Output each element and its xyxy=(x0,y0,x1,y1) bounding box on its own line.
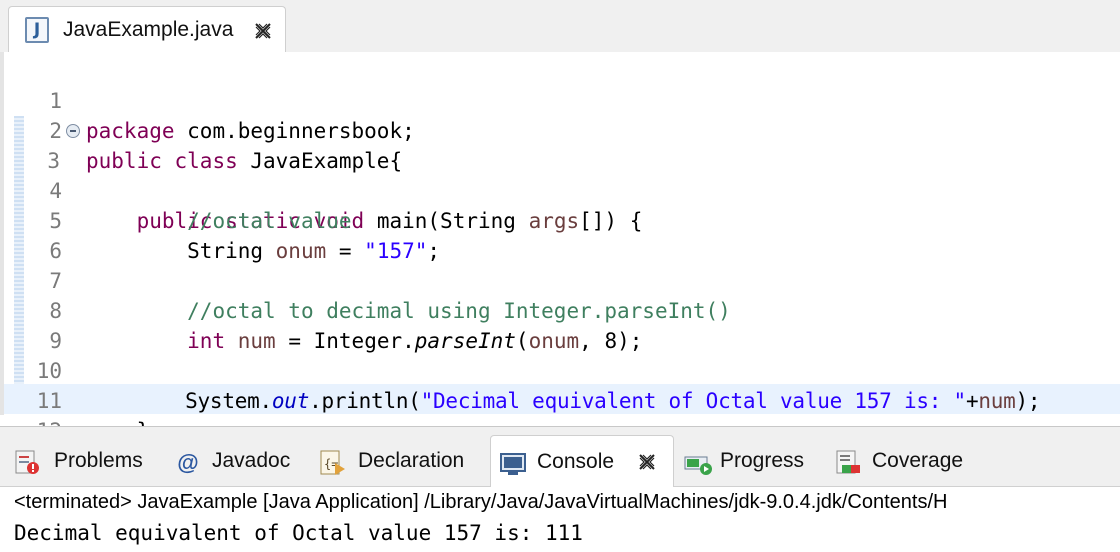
close-icon[interactable] xyxy=(637,452,657,472)
code-line[interactable]: 11 } xyxy=(4,356,1120,443)
code-line-current[interactable]: 12 } xyxy=(4,386,1120,473)
code-line[interactable]: 6 xyxy=(4,206,1120,263)
declaration-icon: {= xyxy=(320,450,345,475)
code-line[interactable]: 7 //octal to decimal using Integer.parse… xyxy=(4,236,1120,323)
code-line[interactable]: 2 public class JavaExample{ xyxy=(4,86,1120,173)
tab-problems[interactable]: Problems xyxy=(14,435,164,487)
tab-console[interactable]: Console xyxy=(490,435,674,487)
tab-label: Console xyxy=(537,450,615,473)
tab-javadoc[interactable]: @ Javadoc xyxy=(174,435,308,487)
tab-coverage[interactable]: Coverage xyxy=(834,435,984,487)
editor-tab-javaexample[interactable]: J JavaExample.java xyxy=(8,6,286,52)
editor-tab-bar: J JavaExample.java xyxy=(0,0,1120,52)
tab-label: Problems xyxy=(54,449,143,472)
tab-label: Coverage xyxy=(872,449,964,472)
close-icon[interactable] xyxy=(253,21,273,41)
tab-declaration[interactable]: {= Declaration xyxy=(318,435,484,487)
console-output[interactable]: Decimal equivalent of Octal value 157 is… xyxy=(14,521,583,545)
code-line[interactable]: 1 package com.beginnersbook; xyxy=(4,56,1120,143)
problems-icon xyxy=(15,450,39,474)
javadoc-icon: @ xyxy=(177,450,199,475)
code-line[interactable]: 9 xyxy=(4,296,1120,353)
code-line[interactable]: 3 public static void main(String args[])… xyxy=(4,116,1120,233)
code-line[interactable]: 8 int num = Integer.parseInt(onum, 8); xyxy=(4,266,1120,353)
progress-icon xyxy=(684,456,712,475)
code-line[interactable]: 5 String onum = "157"; xyxy=(4,176,1120,263)
console-icon xyxy=(500,453,526,475)
code-line[interactable]: 10 System.out.println("Decimal equivalen… xyxy=(4,326,1120,413)
tab-label: Progress xyxy=(720,449,805,472)
coverage-icon xyxy=(836,450,860,474)
bottom-views-panel: Problems @ Javadoc {= Declaration Consol… xyxy=(0,426,1120,552)
tab-label: Javadoc xyxy=(212,449,291,472)
collapse-fold-icon[interactable] xyxy=(66,124,80,138)
java-file-icon: J xyxy=(25,17,49,43)
tab-label: Declaration xyxy=(358,449,465,472)
editor-tab-label: JavaExample.java xyxy=(63,18,234,41)
console-status-line: <terminated> JavaExample [Java Applicati… xyxy=(14,491,948,513)
code-line[interactable]: 4 //octal value xyxy=(4,146,1120,233)
tab-progress[interactable]: Progress xyxy=(684,435,824,487)
code-editor[interactable]: 1 package com.beginnersbook; 2 public cl… xyxy=(0,52,1120,473)
view-tab-bar: Problems @ Javadoc {= Declaration Consol… xyxy=(0,427,1120,487)
